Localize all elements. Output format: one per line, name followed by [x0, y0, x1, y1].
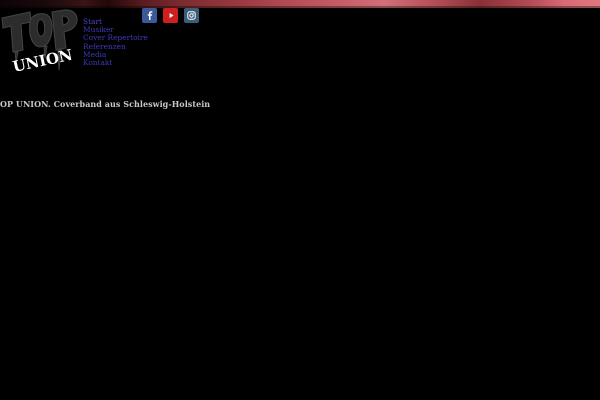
instagram-link[interactable]: [184, 8, 199, 23]
hero-image-strip: [0, 0, 600, 8]
nav-item-start: Start: [83, 15, 148, 25]
site-tagline: TOP UNION. Coverband aus Schleswig-Holst…: [0, 99, 211, 109]
youtube-link[interactable]: [163, 8, 178, 23]
facebook-link[interactable]: [142, 8, 157, 23]
social-links: [142, 8, 199, 23]
site-logo[interactable]: UNION: [0, 8, 82, 78]
main-navigation: Start Musiker Cover Repertoire Referenze…: [83, 15, 148, 67]
instagram-icon: [187, 11, 196, 20]
page: UNION Start Musiker Cover Repertoire Ref…: [0, 0, 600, 400]
nav-item-cover-repertoire: Cover Repertoire: [83, 31, 148, 42]
nav-item-kontakt: Kontakt: [83, 56, 148, 67]
logo-graphic: UNION: [1, 9, 78, 76]
nav-link-kontakt[interactable]: Kontakt: [83, 58, 112, 67]
facebook-icon: [147, 11, 152, 20]
nav-item-musiker: Musiker: [83, 23, 148, 34]
youtube-icon: [169, 13, 174, 18]
